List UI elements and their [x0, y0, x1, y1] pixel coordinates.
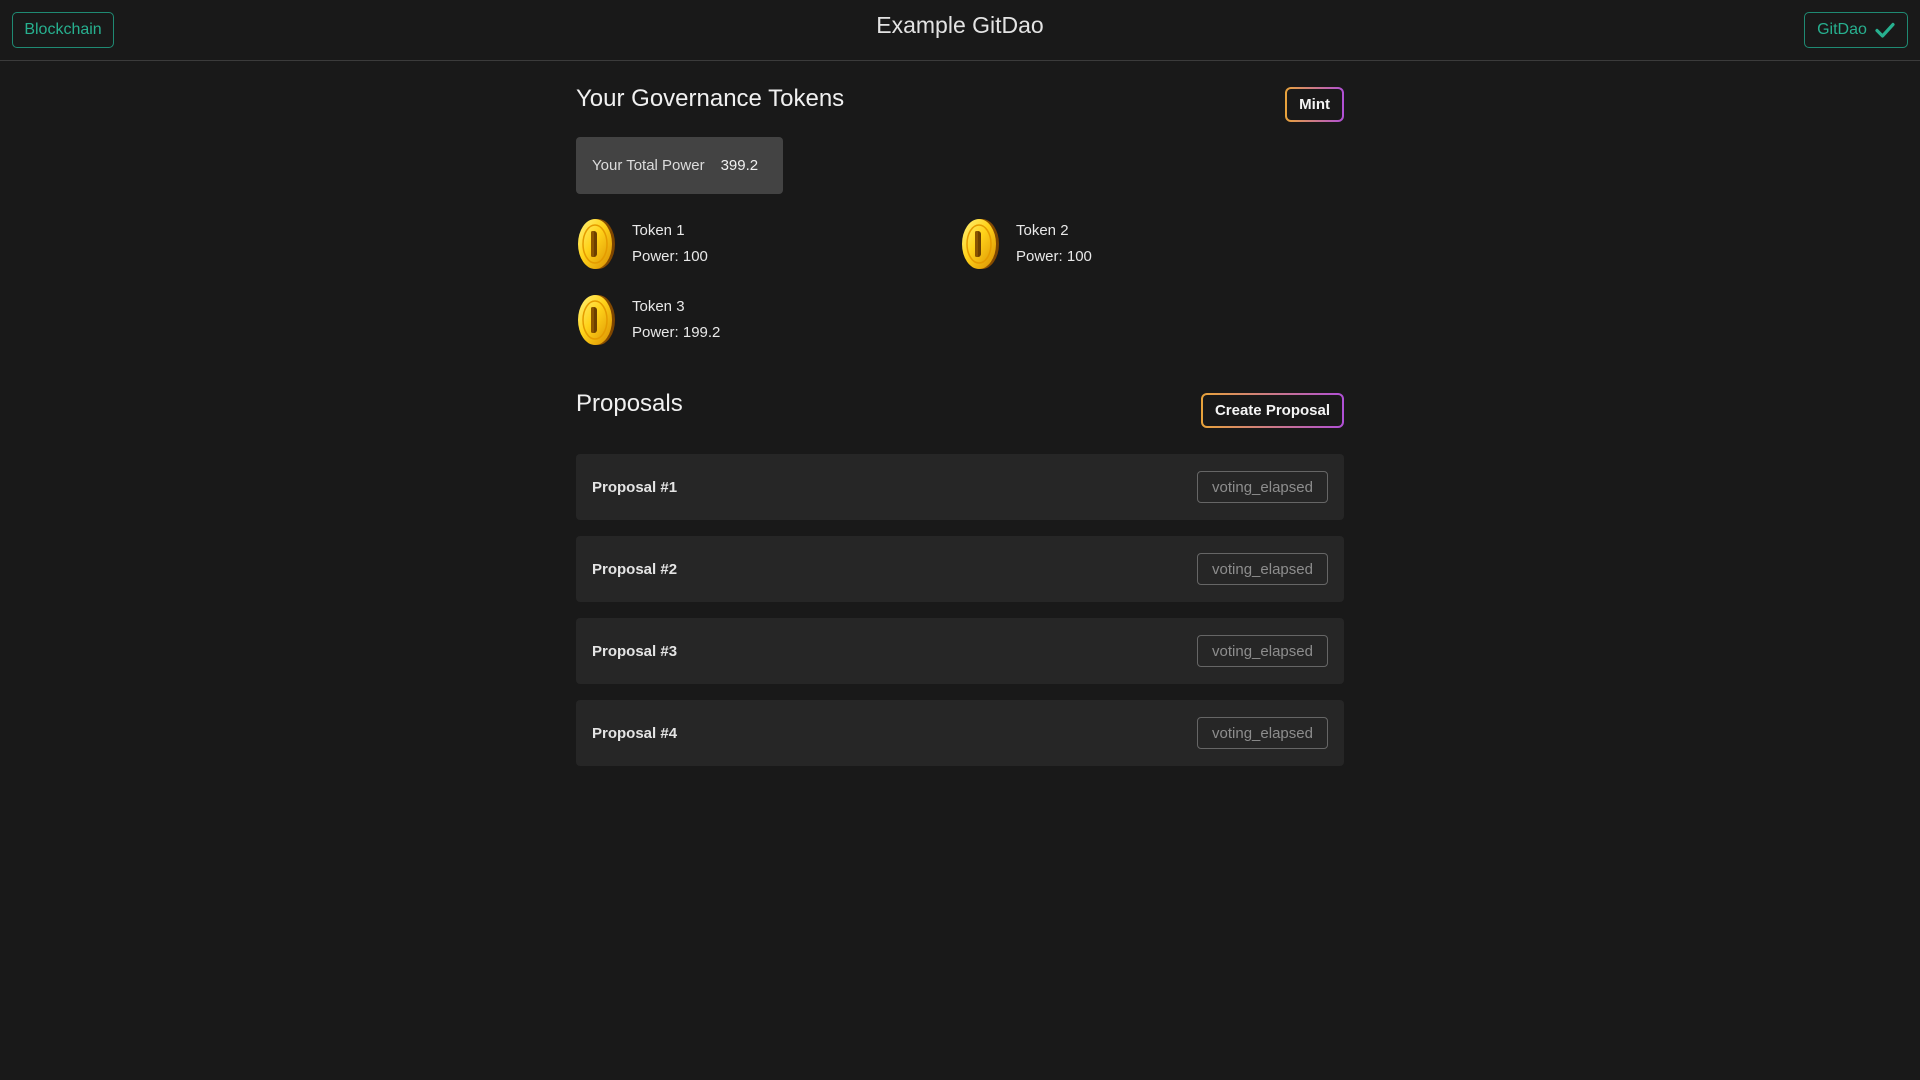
- status-badge: voting_elapsed: [1197, 635, 1328, 667]
- proposal-list: Proposal #1 voting_elapsed Proposal #2 v…: [576, 454, 1344, 766]
- token-name: Token 2: [1016, 222, 1069, 239]
- total-power-label: Your Total Power: [592, 157, 705, 174]
- gitdao-button-label: GitDao: [1817, 21, 1867, 38]
- token-item: Token 3 Power: 199.2: [576, 294, 960, 346]
- top-bar: Blockchain Example GitDao GitDao: [0, 0, 1920, 61]
- proposals-section-header: Proposals Create Proposal: [576, 390, 1344, 430]
- token-list: Token 1 Power: 100 Token 2 Power: 100 To…: [576, 218, 1344, 346]
- main-content: Your Governance Tokens Mint Your Total P…: [576, 61, 1344, 782]
- app-title: Example GitDao: [876, 12, 1044, 38]
- proposals-heading: Proposals: [576, 390, 683, 417]
- token-power: Power: 199.2: [632, 324, 721, 341]
- total-power-card: Your Total Power 399.2: [576, 137, 783, 194]
- proposal-row[interactable]: Proposal #4 voting_elapsed: [576, 700, 1344, 766]
- proposal-row[interactable]: Proposal #3 voting_elapsed: [576, 618, 1344, 684]
- gitdao-button[interactable]: GitDao: [1804, 12, 1908, 48]
- mint-button[interactable]: Mint: [1285, 87, 1344, 122]
- token-item: Token 2 Power: 100: [960, 218, 1344, 270]
- coin-icon: [962, 219, 999, 269]
- token-name: Token 3: [632, 298, 685, 315]
- total-power-value: 399.2: [720, 157, 759, 174]
- status-badge: voting_elapsed: [1197, 471, 1328, 503]
- tokens-heading: Your Governance Tokens: [576, 85, 845, 112]
- check-icon: [1875, 22, 1895, 38]
- proposal-name: Proposal #4: [592, 724, 678, 742]
- status-badge: voting_elapsed: [1197, 553, 1328, 585]
- proposal-row[interactable]: Proposal #1 voting_elapsed: [576, 454, 1344, 520]
- proposal-name: Proposal #1: [592, 478, 678, 496]
- token-name: Token 1: [632, 222, 685, 239]
- status-badge: voting_elapsed: [1197, 717, 1328, 749]
- token-power: Power: 100: [632, 248, 708, 265]
- coin-icon: [578, 219, 615, 269]
- token-item: Token 1 Power: 100: [576, 218, 960, 270]
- coin-icon: [578, 295, 615, 345]
- create-proposal-button[interactable]: Create Proposal: [1201, 393, 1344, 428]
- proposal-row[interactable]: Proposal #2 voting_elapsed: [576, 536, 1344, 602]
- token-power: Power: 100: [1016, 248, 1092, 265]
- proposal-name: Proposal #2: [592, 560, 678, 578]
- tokens-section-header: Your Governance Tokens Mint: [576, 85, 1344, 125]
- proposal-name: Proposal #3: [592, 642, 678, 660]
